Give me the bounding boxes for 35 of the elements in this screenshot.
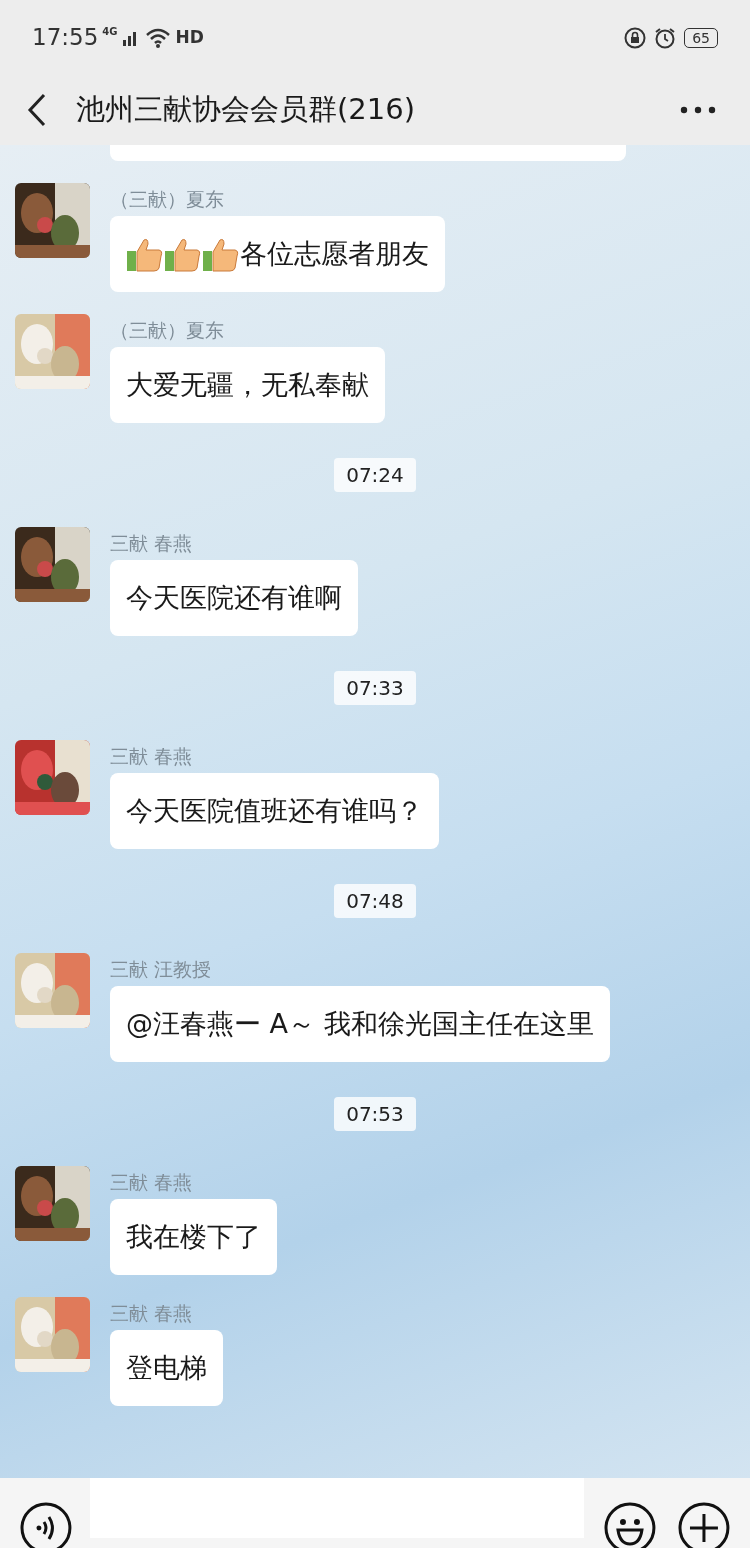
voice-icon[interactable] bbox=[20, 1502, 72, 1548]
message-text: 各位志愿者朋友 bbox=[240, 237, 429, 271]
chat-title: 池州三献协会会员群(216) bbox=[76, 91, 415, 129]
sender-name: 三献 汪教授 bbox=[110, 957, 212, 982]
sender-name: （三献）夏东 bbox=[110, 318, 224, 343]
timestamp: 07:53 bbox=[334, 1097, 416, 1131]
sender-name: 三献 春燕 bbox=[110, 531, 193, 556]
sender-name: 三献 春燕 bbox=[110, 1301, 193, 1326]
message-text: 今天医院值班还有谁吗？ bbox=[126, 794, 423, 828]
sender-name: 三献 春燕 bbox=[110, 744, 193, 769]
timestamp: 07:33 bbox=[334, 671, 416, 705]
battery-indicator: 65 bbox=[684, 27, 718, 48]
message-input[interactable] bbox=[89, 1478, 585, 1538]
thumbs-up-icon bbox=[202, 236, 240, 272]
alarm-icon bbox=[654, 26, 677, 49]
emoji-icon[interactable] bbox=[604, 1502, 657, 1548]
sender-name: 三献 春燕 bbox=[110, 1170, 193, 1195]
network-label: 4G bbox=[102, 25, 118, 40]
timestamp: 07:24 bbox=[334, 458, 416, 492]
back-icon[interactable] bbox=[26, 93, 48, 127]
timestamp: 07:48 bbox=[334, 884, 416, 918]
message-text: 大爱无疆，无私奉献 bbox=[126, 368, 369, 402]
add-icon[interactable] bbox=[678, 1502, 730, 1548]
message-text: 登电梯 bbox=[126, 1351, 207, 1385]
message-text: @汪春燕ー A～ 我和徐光国主任在这里 bbox=[126, 1007, 594, 1041]
more-icon[interactable] bbox=[680, 106, 716, 114]
sender-name: （三献）夏东 bbox=[110, 187, 224, 212]
lock-icon bbox=[624, 26, 647, 49]
thumbs-up-icon bbox=[164, 236, 202, 272]
message-text: 今天医院还有谁啊 bbox=[126, 581, 342, 615]
thumbs-up-icon bbox=[126, 236, 164, 272]
message-text: 我在楼下了 bbox=[126, 1220, 261, 1254]
hd-label: HD bbox=[175, 25, 204, 49]
status-time: 17:55 bbox=[32, 23, 99, 53]
wifi-icon bbox=[145, 26, 172, 49]
